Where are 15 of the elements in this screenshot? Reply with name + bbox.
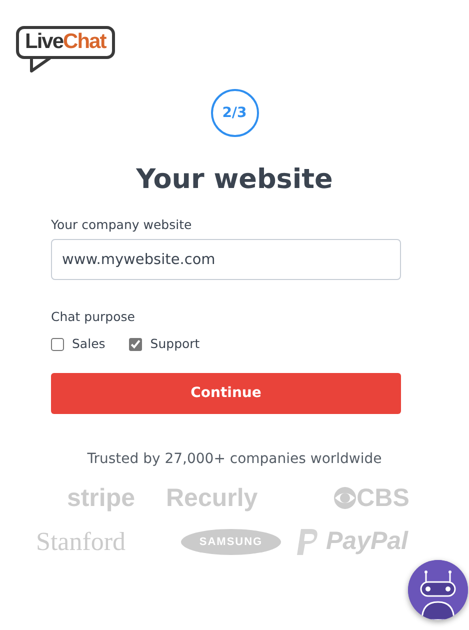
option-label: Support [150,334,200,353]
field-label: Chat purpose [51,308,136,326]
continue-button[interactable]: Continue [51,372,401,414]
eye-icon [332,486,357,510]
website-field[interactable]: www.mywebsite.com [51,239,401,280]
paypal-icon [296,528,320,556]
checkbox[interactable] [129,338,142,351]
trusted-text: Trusted by 27,000+ companies worldwide [86,450,383,469]
checkbox[interactable] [51,338,64,351]
chatbot-icon[interactable] [408,560,468,620]
option-label: Sales [72,334,106,353]
field-label: Your company website [51,216,193,234]
logo: LiveChat [16,26,115,73]
page-title: Your website [135,164,334,196]
step-indicator: 2/3 [210,89,258,137]
